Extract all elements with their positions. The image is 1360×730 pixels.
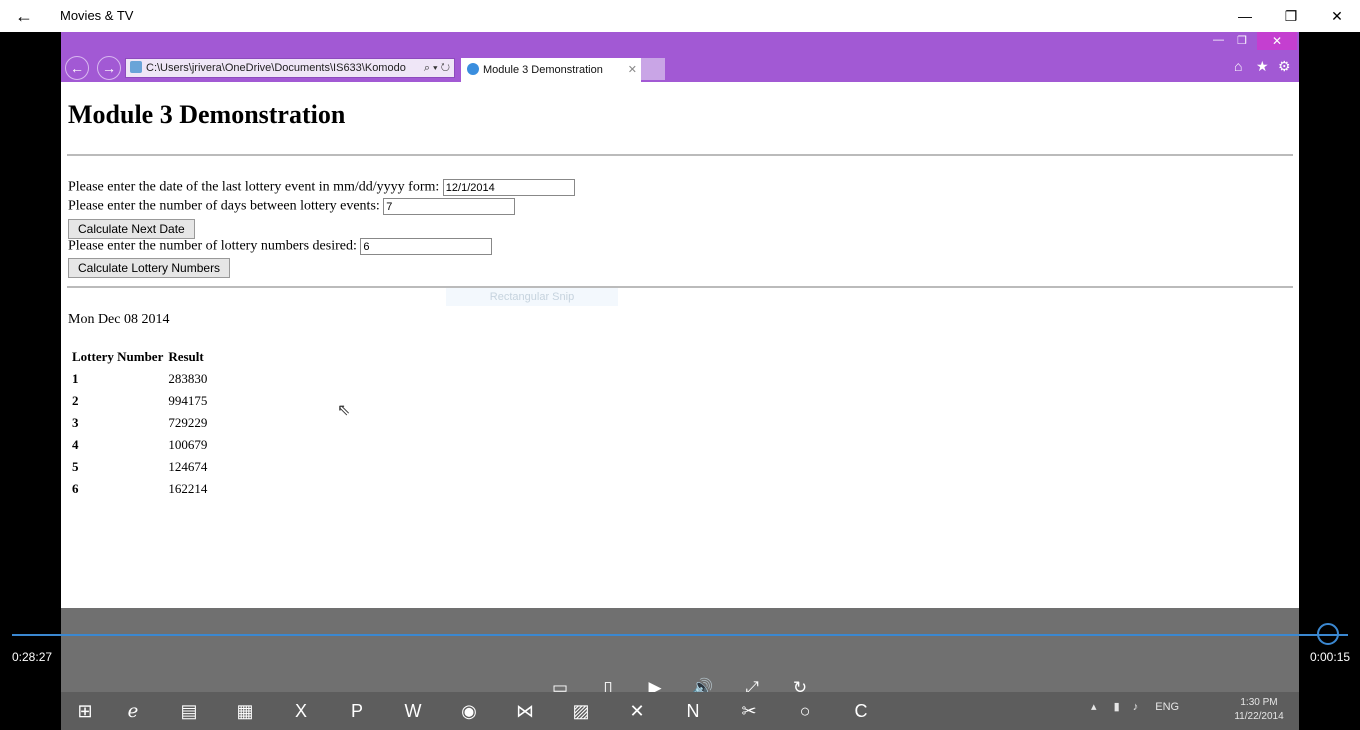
days-row: Please enter the number of days between … (68, 198, 516, 215)
snipping-tool-icon: ✂ (741, 701, 757, 721)
windows-start-icon: ⊞ (77, 701, 93, 721)
powerpoint-icon: P (350, 701, 363, 721)
lottery-result: 729229 (168, 415, 208, 430)
lottery-result: 100679 (168, 437, 208, 452)
maximize-button[interactable]: ❐ (1268, 0, 1314, 32)
address-tools-icon: ⌕ ▾ ↻ (423, 62, 450, 74)
clock-time: 1:30 PM (1240, 697, 1278, 708)
lottery-result: 283830 (168, 371, 208, 386)
lottery-number: 6 (72, 481, 79, 496)
clock-date: 11/22/2014 (1234, 711, 1284, 722)
numbers-row: Please enter the number of lottery numbe… (68, 238, 493, 255)
word-icon: W (404, 701, 422, 721)
calculate-lottery-numbers-button: Calculate Lottery Numbers (68, 258, 231, 278)
lottery-number: 5 (72, 459, 79, 474)
app-title: Movies & TV (60, 8, 134, 23)
divider (67, 286, 1293, 288)
minimize-button[interactable]: — (1222, 0, 1268, 32)
browser-minimize-icon: — (1213, 34, 1224, 46)
camtasia-icon: C (854, 701, 868, 721)
days-label: Please enter the number of days between … (68, 198, 380, 214)
table-row: 2 994175 (71, 392, 208, 410)
lottery-result: 124674 (168, 459, 208, 474)
browser-back-icon: ← (65, 56, 89, 80)
address-bar: C:\Users\jrivera\OneDrive\Documents\IS63… (125, 58, 455, 78)
column-header-number: Lottery Number (72, 349, 164, 364)
browser-tab: Module 3 Demonstration ✕ (461, 58, 641, 82)
player-controls-overlay (61, 608, 1299, 692)
lottery-number: 4 (72, 437, 79, 452)
tray-chevron-icon: ▴ (1091, 701, 1097, 713)
back-arrow-icon[interactable]: ← (12, 4, 36, 28)
tab-title: Module 3 Demonstration (483, 64, 603, 76)
lottery-number: 2 (72, 393, 79, 408)
browser-forward-icon: → (97, 56, 121, 80)
days-input (383, 198, 516, 215)
seek-bar[interactable] (12, 634, 1348, 636)
lottery-result: 162214 (168, 481, 208, 496)
tray-language: ENG (1155, 701, 1180, 713)
excel-icon: X (294, 701, 307, 721)
project-icon: ▦ (236, 701, 254, 721)
tab-close-icon: ✕ (627, 64, 637, 76)
calculate-next-date-button: Calculate Next Date (68, 219, 195, 239)
ie-tab-icon (467, 63, 479, 75)
chrome-icon: ◉ (461, 701, 477, 721)
web-page: Module 3 Demonstration Please enter the … (61, 82, 1299, 692)
lottery-result: 994175 (168, 393, 208, 408)
visual-studio-icon: ⋈ (516, 701, 534, 721)
table-row: 3 729229 (71, 414, 208, 432)
home-icon: ⌂ (1234, 58, 1243, 74)
address-text: C:\Users\jrivera\OneDrive\Documents\IS63… (146, 62, 406, 74)
internet-explorer-icon: ℯ (127, 701, 139, 721)
lottery-number: 3 (72, 415, 79, 430)
browser-chrome: — ❐ ✕ ← → C:\Users\jrivera\OneDrive\Docu… (61, 32, 1299, 82)
file-explorer-icon: ▤ (180, 701, 198, 721)
table-row: 5 124674 (71, 458, 208, 476)
date-row: Please enter the date of the last lotter… (68, 179, 575, 196)
table-header-row: Lottery Number Result (71, 348, 208, 366)
table-row: 6 162214 (71, 480, 208, 498)
system-tray: ▴ ▮ ♪ ENG (1091, 700, 1179, 713)
tray-volume-icon: ♪ (1132, 701, 1139, 713)
table-row: 1 283830 (71, 370, 208, 388)
table-row: 4 100679 (71, 436, 208, 454)
browser-restore-icon: ❐ (1237, 35, 1247, 47)
close-button[interactable]: ✕ (1314, 0, 1360, 32)
onenote-icon: N (686, 701, 700, 721)
lottery-number: 1 (72, 371, 79, 386)
tools-icon: ✕ (629, 701, 645, 721)
app-circle-icon: ○ (799, 701, 811, 721)
divider (67, 154, 1293, 156)
date-label: Please enter the date of the last lotter… (68, 179, 440, 195)
column-header-result: Result (168, 349, 204, 364)
taskbar-clock: 1:30 PM 11/22/2014 (1229, 696, 1289, 724)
page-icon (130, 61, 142, 73)
settings-icon: ⚙ (1278, 58, 1291, 74)
remaining-time: 0:00:15 (1310, 650, 1351, 664)
lottery-table: Lottery Number Result 1 283830 2 994175 3 7… (68, 344, 211, 502)
next-date-result: Mon Dec 08 2014 (68, 312, 170, 327)
numbers-input (360, 238, 493, 255)
seek-thumb[interactable] (1317, 623, 1339, 645)
app-title-bar: ← Movies & TV — ❐ ✕ (0, 0, 1360, 32)
new-tab-button (641, 58, 665, 80)
mouse-cursor-icon: ⇖ (337, 402, 351, 419)
numbers-label: Please enter the number of lottery numbe… (68, 238, 357, 254)
elapsed-time: 0:28:27 (12, 650, 53, 664)
tray-network-icon: ▮ (1113, 701, 1120, 713)
paint-icon: ▨ (572, 701, 590, 721)
page-heading: Module 3 Demonstration (68, 100, 346, 129)
favorites-icon: ★ (1256, 58, 1269, 74)
snip-ghost-label: Rectangular Snip (446, 288, 618, 306)
date-input (442, 179, 575, 196)
windows-taskbar: ⊞ ℯ ▤ ▦ X P W ◉ ⋈ ▨ ✕ N ✂ ○ C ▴ ▮ ♪ ENG … (61, 692, 1299, 730)
browser-close-icon: ✕ (1257, 32, 1297, 50)
video-frame[interactable]: — ❐ ✕ ← → C:\Users\jrivera\OneDrive\Docu… (61, 32, 1299, 692)
